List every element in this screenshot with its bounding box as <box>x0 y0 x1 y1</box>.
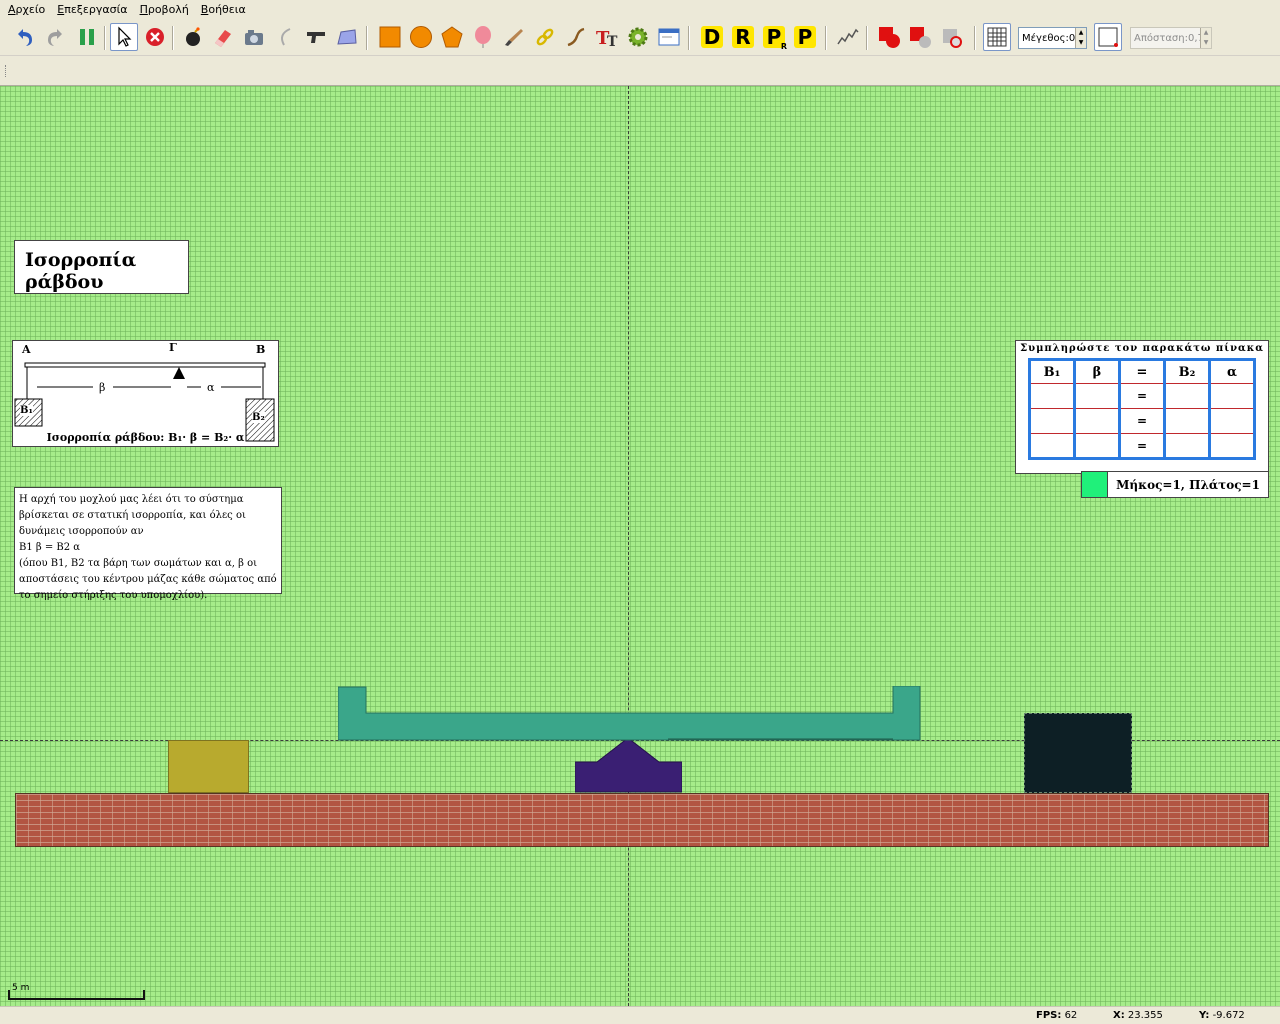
table-cell[interactable] <box>1163 408 1211 434</box>
window-icon[interactable] <box>655 23 683 51</box>
lever-beam[interactable] <box>338 686 921 742</box>
table-cell[interactable] <box>1028 433 1076 459</box>
text-icon[interactable]: TT <box>593 23 621 51</box>
distance-spinner[interactable]: Απόσταση:0,7 ▲ ▼ <box>1130 27 1212 49</box>
table-cell[interactable] <box>1073 383 1121 409</box>
spinner-arrows[interactable]: ▲ ▼ <box>1075 28 1086 48</box>
table-cell[interactable] <box>1208 433 1256 459</box>
shape-brush-icon[interactable] <box>333 23 361 51</box>
diagram-caption: Ισορροπία ράβδου: B₁· β = B₂· α <box>46 431 245 444</box>
camera-icon[interactable] <box>240 23 268 51</box>
diagram-label-a: A <box>22 343 31 356</box>
table-row: = <box>1028 433 1256 459</box>
pause-icon[interactable] <box>73 23 101 51</box>
zigzag-icon[interactable] <box>834 23 862 51</box>
eraser-icon[interactable] <box>209 23 237 51</box>
secondary-toolbar <box>0 56 1280 86</box>
table-header: β <box>1073 359 1121 384</box>
simulation-canvas[interactable]: Ισορροπία ράβδου A Γ B β α B₁ B₂ Ισορροπ… <box>0 86 1280 1006</box>
table-title: Συμπληρώστε τον παρακάτω πίνακα <box>1020 343 1264 354</box>
menu-view[interactable]: Προβολή <box>134 0 195 20</box>
menu-edit[interactable]: Επεξεργασία <box>51 0 133 20</box>
menu-bar: Αρχείο Επεξεργασία Προβολή Βοήθεια <box>0 0 1280 20</box>
table-cell[interactable] <box>1163 433 1211 459</box>
table-cell[interactable] <box>1073 408 1121 434</box>
menu-help[interactable]: Βοήθεια <box>195 0 252 20</box>
table-header: B₂ <box>1163 359 1211 384</box>
polygon-icon[interactable] <box>438 23 466 51</box>
joint-pr-button[interactable]: PR <box>760 23 788 51</box>
menu-file[interactable]: Αρχείο <box>2 0 51 20</box>
y-axis-line <box>628 86 629 1006</box>
diagram-label-beta: β <box>99 381 106 394</box>
lever-diagram-panel[interactable]: A Γ B β α B₁ B₂ Ισορροπία ράβδου: B₁· β … <box>12 340 279 447</box>
gear-icon[interactable] <box>624 23 652 51</box>
fill-table-panel[interactable]: Συμπληρώστε τον παρακάτω πίνακα B₁ β = B… <box>1015 340 1269 474</box>
delete-icon[interactable] <box>141 23 169 51</box>
status-bar: FPS: 62 X: 23.355 Y: -9.672 <box>0 1006 1280 1024</box>
size-spinner-value: Μέγεθος:0 <box>1022 32 1076 44</box>
balloon-icon[interactable] <box>469 23 497 51</box>
diagram-label-b: B <box>256 343 266 356</box>
table-header: α <box>1208 359 1256 384</box>
title-panel[interactable]: Ισορροπία ράβδου <box>14 240 189 294</box>
table-cell: = <box>1118 383 1166 409</box>
gun-icon[interactable] <box>302 23 330 51</box>
joint-r-button[interactable]: R <box>729 23 757 51</box>
chain-icon[interactable] <box>531 23 559 51</box>
joint-p-button[interactable]: P <box>791 23 819 51</box>
table-cell[interactable] <box>1163 383 1211 409</box>
distance-spinner-value: Απόσταση:0,7 <box>1134 32 1204 44</box>
description-panel[interactable]: Η αρχή του μοχλού μας λέει ότι το σύστημ… <box>14 487 282 601</box>
rectangle-icon[interactable] <box>376 23 404 51</box>
fps-readout: FPS: 62 <box>1036 1010 1078 1021</box>
left-weight-box[interactable] <box>168 740 249 793</box>
undo-icon[interactable] <box>10 23 38 51</box>
color-swatch <box>1082 472 1108 497</box>
circle-icon[interactable] <box>407 23 435 51</box>
size-spinner[interactable]: Μέγεθος:0 ▲ ▼ <box>1018 27 1087 49</box>
toolbar-grip[interactable] <box>5 65 8 77</box>
brick-ground[interactable] <box>15 793 1269 847</box>
description-text: Η αρχή του μοχλού μας λέει ότι το σύστημ… <box>19 494 277 601</box>
redo-icon[interactable] <box>42 23 70 51</box>
border-toggle-icon[interactable] <box>1094 23 1122 51</box>
y-readout: Y: -9.672 <box>1199 1010 1245 1021</box>
shape-red-icon[interactable] <box>876 23 904 51</box>
spinner-arrows[interactable]: ▲ ▼ <box>1200 28 1211 48</box>
right-weight-box[interactable] <box>1024 713 1132 793</box>
shape-red-grey-icon[interactable] <box>907 23 935 51</box>
table-cell[interactable] <box>1073 433 1121 459</box>
grid-icon[interactable] <box>983 23 1011 51</box>
toolbar: TT D R PR P Μέγεθος:0 ▲ ▼ Απόσταση:0,7 ▲… <box>0 20 1280 56</box>
table-header: = <box>1118 359 1166 384</box>
diagram-label-gamma: Γ <box>169 341 177 354</box>
table-cell[interactable] <box>1028 408 1076 434</box>
brush-icon[interactable] <box>500 23 528 51</box>
table-cell[interactable] <box>1208 408 1256 434</box>
table-row: = <box>1028 408 1256 434</box>
diagram-label-alpha: α <box>207 381 215 394</box>
svg-text:T: T <box>607 34 618 49</box>
x-readout: X: 23.355 <box>1113 1010 1163 1021</box>
fulcrum[interactable] <box>575 738 682 794</box>
table-cell[interactable] <box>1028 383 1076 409</box>
table-cell: = <box>1118 408 1166 434</box>
table-cell[interactable] <box>1208 383 1256 409</box>
spring-icon[interactable] <box>562 23 590 51</box>
scale-label: 5 m <box>12 983 30 993</box>
fill-table: B₁ β = B₂ α = = = <box>1028 358 1256 460</box>
shape-grey-icon[interactable] <box>938 23 966 51</box>
table-header: B₁ <box>1028 359 1076 384</box>
bomb-icon[interactable] <box>178 23 206 51</box>
table-cell: = <box>1118 433 1166 459</box>
dimensions-panel[interactable]: Μήκος=1, Πλάτος=1 <box>1081 471 1269 498</box>
table-row: = <box>1028 383 1256 409</box>
select-pointer-icon[interactable] <box>110 23 138 51</box>
diagram-weight-1: B₁ <box>20 405 33 416</box>
rope-icon[interactable] <box>271 23 299 51</box>
diagram-weight-2: B₂ <box>252 412 265 423</box>
joint-d-button[interactable]: D <box>698 23 726 51</box>
dimensions-text: Μήκος=1, Πλάτος=1 <box>1116 477 1260 492</box>
